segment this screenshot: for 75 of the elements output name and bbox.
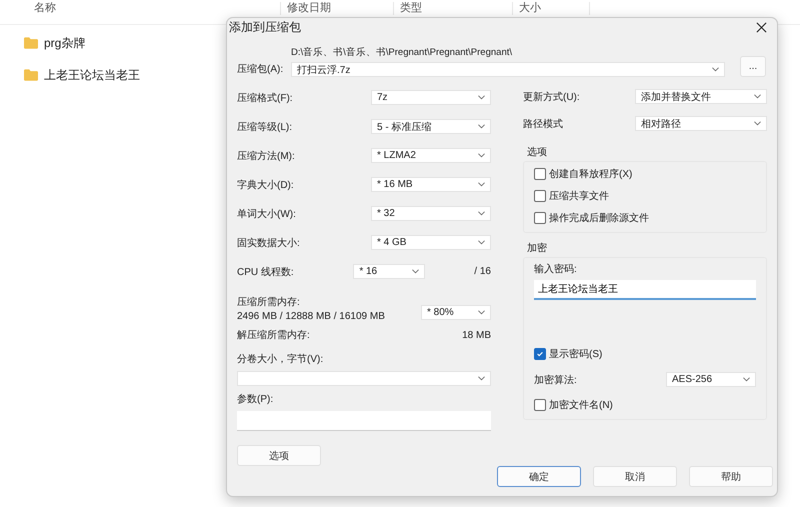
chevron-icon <box>478 124 485 129</box>
dropdown[interactable]: 添加并替换文件 <box>635 89 767 104</box>
chevron-icon <box>478 182 485 187</box>
dropdown[interactable]: * 16 MB <box>371 177 491 192</box>
column-header[interactable]: 大小 <box>513 2 590 15</box>
dropdown[interactable]: 相对路径 <box>635 116 767 131</box>
dropdown[interactable]: AES-256 <box>666 372 756 387</box>
dropdown[interactable]: * 80% <box>421 305 491 320</box>
folder-name[interactable]: prg杂牌 <box>44 34 86 52</box>
checkbox[interactable] <box>534 168 546 180</box>
group-title: 加密 <box>527 242 548 255</box>
chevron-icon <box>478 310 485 315</box>
checkmark-icon <box>536 350 544 358</box>
archive-path: D:\音乐、书\音乐、书\Pregnant\Pregnant\Pregnant\ <box>291 46 514 59</box>
browse-button[interactable]: ... <box>740 56 766 77</box>
checkbox-label[interactable]: 显示密码(S) <box>549 347 602 361</box>
dropdown[interactable]: 5 - 标准压缩 <box>371 119 491 134</box>
checkbox-label[interactable]: 操作完成后删除源文件 <box>549 211 649 225</box>
folder-icon <box>24 69 38 81</box>
dropdown[interactable]: * 16 <box>353 264 426 279</box>
memory-value: 18 MB <box>462 330 491 340</box>
dropdown[interactable]: * 32 <box>371 206 491 221</box>
dropdown[interactable]: * LZMA2 <box>371 148 491 163</box>
field-label: 路径模式 <box>523 118 563 130</box>
field-label: 单词大小(W): <box>237 208 296 220</box>
column-header[interactable]: 名称 <box>0 2 281 15</box>
field-label: 字典大小(D): <box>237 178 294 192</box>
close-icon[interactable] <box>756 22 767 33</box>
chevron-icon <box>754 94 761 99</box>
checkbox[interactable] <box>534 348 546 360</box>
group-title: 选项 <box>527 146 548 159</box>
field-label: 输入密码: <box>534 262 578 276</box>
memory-usage: 2496 MB / 12888 MB / 16109 MB <box>237 311 385 322</box>
chevron-icon <box>478 95 485 100</box>
field-label: 更新方式(U): <box>523 90 580 104</box>
field-label: CPU 线程数: <box>237 266 294 278</box>
folder-icon <box>24 37 38 49</box>
field-label: 压缩方法(M): <box>237 150 295 162</box>
chevron-icon <box>478 153 485 158</box>
chevron-icon <box>754 121 761 126</box>
folder-name[interactable]: 上老王论坛当老王 <box>44 66 140 84</box>
chevron-icon <box>478 376 485 381</box>
password-field[interactable]: 上老王论坛当老王 <box>534 280 756 300</box>
checkbox[interactable] <box>534 399 546 411</box>
field-label: 解压缩所需内存: <box>237 328 310 342</box>
checkbox-label[interactable]: 创建自释放程序(X) <box>549 167 632 181</box>
column-header[interactable]: 修改日期 <box>281 2 394 15</box>
field-label: 压缩等级(L): <box>237 120 292 134</box>
dialog-button[interactable]: 确定 <box>497 466 581 487</box>
chevron-icon <box>412 269 420 274</box>
input-field[interactable] <box>237 411 491 431</box>
checkbox-label[interactable]: 压缩共享文件 <box>549 189 609 203</box>
field-label: 加密算法: <box>534 374 577 386</box>
column-header[interactable]: 类型 <box>394 2 513 15</box>
options-button[interactable]: 选项 <box>237 445 321 466</box>
field-label: 压缩所需内存: <box>237 296 301 309</box>
field-label: 压缩包(A): <box>237 62 284 76</box>
dropdown[interactable]: * 4 GB <box>371 235 491 250</box>
dropdown[interactable]: 7z <box>371 90 491 105</box>
checkbox[interactable] <box>534 212 546 224</box>
chevron-icon <box>478 240 485 245</box>
field-label: 分卷大小，字节(V): <box>237 352 324 366</box>
field-label: 压缩格式(F): <box>237 92 293 104</box>
field-label: 固实数据大小: <box>237 236 300 250</box>
field-label: 参数(P): <box>237 392 274 406</box>
checkbox[interactable] <box>534 190 546 202</box>
chevron-icon <box>743 377 750 382</box>
dialog-button[interactable]: 取消 <box>593 466 677 487</box>
checkbox-label[interactable]: 加密文件名(N) <box>549 398 613 412</box>
chevron-icon <box>712 67 719 72</box>
window-title: 添加到压缩包 <box>229 19 301 36</box>
chevron-icon <box>478 211 485 216</box>
thread-max: / 16 <box>473 266 491 277</box>
dialog-button[interactable]: 帮助 <box>689 466 773 487</box>
archive-name-combo[interactable]: 打扫云浮.7z <box>291 62 725 77</box>
